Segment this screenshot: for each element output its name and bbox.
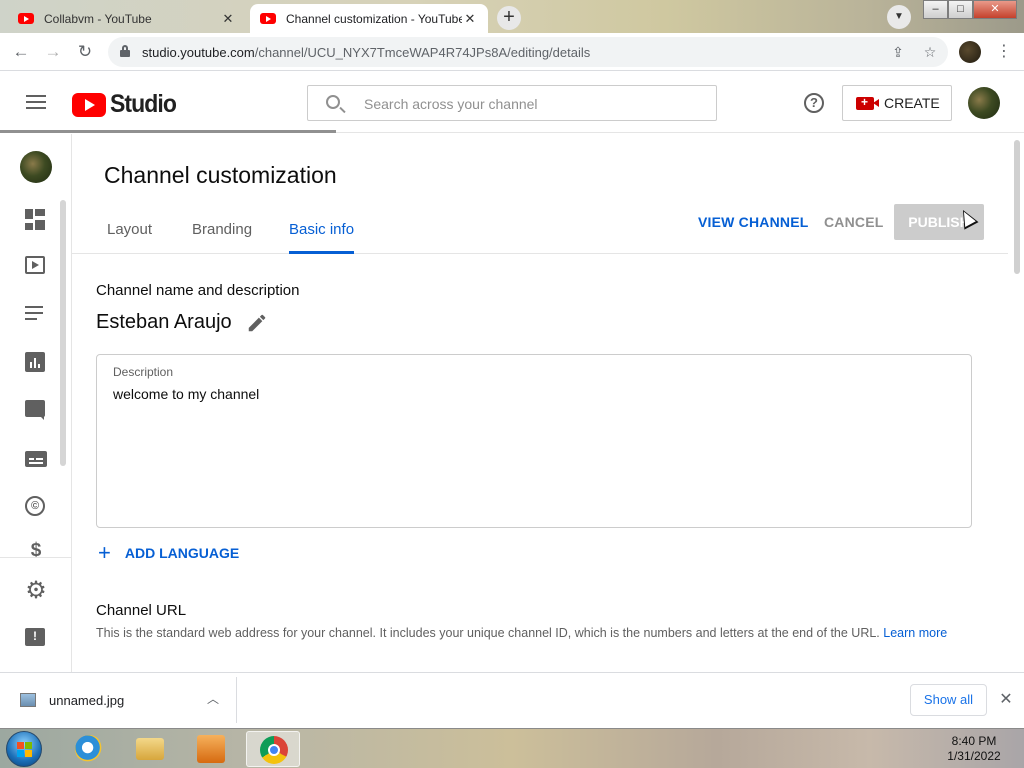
youtube-favicon-icon: [260, 13, 276, 24]
chrome-icon: [260, 736, 288, 764]
close-downloads-icon[interactable]: ✕: [997, 689, 1015, 709]
create-button[interactable]: CREATE: [842, 85, 952, 121]
address-bar[interactable]: studio.youtube.com/channel/UCU_NYX7TmceW…: [108, 37, 948, 67]
tab-close-icon[interactable]: ✕: [220, 11, 236, 27]
add-language-button[interactable]: + ADD LANGUAGE: [98, 540, 240, 565]
taskbar-chrome[interactable]: [246, 731, 300, 767]
maximize-window-button[interactable]: □: [948, 0, 973, 19]
download-bar: unnamed.jpg ︿ Show all ✕: [0, 672, 1024, 728]
dashboard-icon[interactable]: [25, 209, 47, 231]
download-file-name[interactable]: unnamed.jpg: [49, 693, 124, 708]
sidebar-scrollbar[interactable]: [60, 200, 66, 466]
description-text[interactable]: welcome to my channel: [113, 386, 259, 402]
view-channel-button[interactable]: VIEW CHANNEL: [698, 214, 809, 230]
chevron-up-icon[interactable]: ︿: [205, 690, 221, 706]
playlists-icon[interactable]: [25, 306, 47, 328]
nav-divider: [0, 557, 71, 558]
taskbar-file-explorer[interactable]: [123, 731, 177, 767]
minimize-window-button[interactable]: –: [923, 0, 948, 19]
page-loading-bar: [0, 130, 336, 133]
cancel-button[interactable]: CANCEL: [824, 214, 884, 230]
content-scrollbar[interactable]: [1014, 140, 1020, 274]
search-icon[interactable]: [326, 95, 340, 109]
reload-icon[interactable]: ↻: [74, 41, 96, 63]
download-divider: [236, 677, 237, 723]
feedback-icon[interactable]: !: [25, 628, 47, 650]
forward-icon[interactable]: →: [42, 41, 64, 63]
main-content: Channel customization Layout Branding Ba…: [72, 134, 1024, 672]
settings-icon[interactable]: ⚙: [25, 579, 47, 603]
url-text[interactable]: studio.youtube.com/channel/UCU_NYX7TmceW…: [142, 45, 590, 60]
page-title: Channel customization: [104, 162, 337, 188]
learn-more-link[interactable]: Learn more: [883, 626, 947, 640]
browser-toolbar: ← → ↻ studio.youtube.com/channel/UCU_NYX…: [0, 33, 1024, 71]
youtube-studio-logo[interactable]: Studio: [72, 90, 182, 119]
channel-avatar[interactable]: [20, 151, 52, 183]
name-description-heading: Channel name and description: [96, 282, 300, 299]
image-file-icon: [20, 693, 36, 707]
create-button-label: CREATE: [884, 95, 940, 111]
tab-title: Collabvm - YouTube: [44, 11, 152, 26]
browser-tab-strip: Collabvm - YouTube ✕ Channel customizati…: [0, 0, 1024, 33]
lock-icon[interactable]: [120, 45, 130, 57]
edit-pencil-icon[interactable]: [246, 312, 268, 334]
description-field[interactable]: Description welcome to my channel: [96, 354, 972, 528]
youtube-play-icon: [72, 92, 106, 117]
search-input[interactable]: [364, 94, 704, 114]
add-language-label: ADD LANGUAGE: [124, 545, 240, 561]
description-label: Description: [113, 365, 174, 379]
studio-logo-text: Studio: [110, 90, 177, 118]
system-clock[interactable]: 8:40 PM 1/31/2022: [934, 734, 1014, 764]
analytics-icon[interactable]: [25, 352, 47, 374]
comments-icon[interactable]: [25, 400, 47, 422]
share-icon[interactable]: ⇪: [890, 44, 906, 60]
tab-basic-info[interactable]: Basic info: [289, 221, 355, 254]
copyright-icon[interactable]: ©: [25, 496, 47, 518]
youtube-favicon-icon: [18, 13, 34, 24]
close-window-button[interactable]: ✕: [973, 0, 1017, 19]
account-avatar[interactable]: [968, 87, 1000, 119]
taskbar-media-player[interactable]: [184, 731, 238, 767]
channel-name: Esteban Araujo: [96, 311, 232, 333]
tab-title: Channel customization - YouTube: [286, 11, 462, 26]
channel-url-description: This is the standard web address for you…: [96, 626, 948, 640]
studio-header: Studio ? CREATE: [0, 71, 1024, 133]
help-icon[interactable]: ?: [804, 93, 824, 113]
show-all-button[interactable]: Show all: [910, 684, 987, 716]
windows-taskbar: 8:40 PM 1/31/2022: [0, 728, 1024, 768]
content-icon[interactable]: [25, 256, 47, 278]
taskbar-internet-explorer[interactable]: [62, 731, 116, 767]
internet-explorer-icon: [75, 735, 103, 763]
tab-search-button[interactable]: ▼: [887, 5, 911, 29]
browser-tab-collabvm[interactable]: Collabvm - YouTube ✕: [8, 4, 246, 33]
plus-icon: +: [98, 540, 111, 565]
bookmark-star-icon[interactable]: ☆: [922, 44, 938, 60]
channel-search-box: [307, 85, 717, 121]
window-controls: – □ ✕: [923, 0, 1017, 20]
tab-layout[interactable]: Layout: [107, 221, 152, 254]
channel-url-heading: Channel URL: [96, 602, 187, 619]
browser-tab-channel-customization[interactable]: Channel customization - YouTube ✕: [250, 4, 488, 33]
back-icon[interactable]: ←: [10, 41, 32, 63]
new-tab-button[interactable]: +: [497, 6, 521, 30]
start-button[interactable]: [6, 731, 42, 767]
browser-menu-icon[interactable]: ⋮: [996, 41, 1012, 63]
folder-icon: [136, 738, 164, 760]
media-player-icon: [197, 735, 225, 763]
monetization-icon[interactable]: $: [25, 540, 47, 558]
hamburger-menu-icon[interactable]: [26, 95, 46, 109]
studio-sidebar: © $ ⚙ !: [0, 134, 72, 672]
create-video-icon: [856, 95, 879, 110]
browser-profile-avatar[interactable]: [959, 41, 981, 63]
tab-branding[interactable]: Branding: [192, 221, 252, 254]
subtitles-icon[interactable]: [25, 451, 47, 473]
tab-close-icon[interactable]: ✕: [462, 11, 478, 27]
